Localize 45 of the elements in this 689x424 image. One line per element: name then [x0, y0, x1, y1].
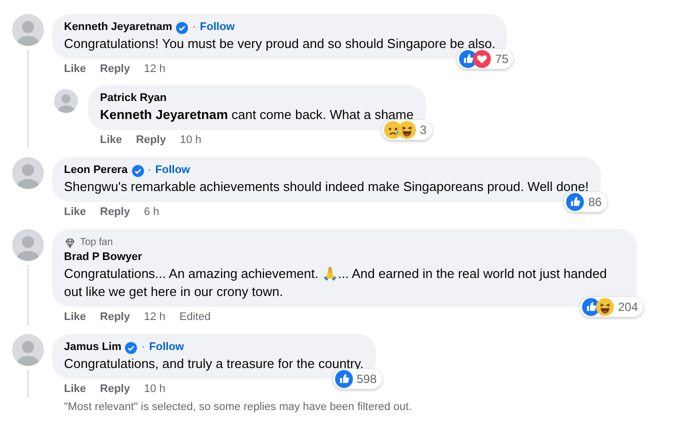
avatar[interactable] [12, 14, 44, 46]
comment-action-link[interactable]: Like [64, 309, 86, 325]
reaction-count[interactable]: 204 [580, 297, 643, 317]
separator-dot: · [192, 20, 196, 35]
comment-time[interactable]: 12 h [144, 309, 166, 325]
top-fan-label: Top fan [80, 236, 113, 250]
avatar[interactable] [54, 89, 78, 113]
comment-action-link[interactable]: Reply [100, 204, 130, 220]
comment-action-link[interactable]: Like [64, 61, 86, 77]
reaction-count[interactable]: 3 [382, 120, 432, 140]
commenter-name[interactable]: Patrick Ryan [100, 91, 167, 106]
avatar[interactable] [12, 229, 44, 261]
comment-action-link[interactable]: Like [64, 381, 86, 397]
avatar[interactable] [12, 334, 44, 366]
follow-link[interactable]: Follow [149, 340, 184, 355]
filter-note: "Most relevant" is selected, so some replies may have been filtered out. [63, 400, 413, 414]
commenter-name[interactable]: Leon Perera [64, 163, 128, 178]
comment-time[interactable]: 10 h [144, 381, 166, 397]
commenter-name[interactable]: Brad P Bowyer [64, 250, 142, 265]
separator-dot: · [148, 163, 152, 178]
comment-time[interactable]: 6 h [144, 204, 160, 220]
avatar[interactable] [12, 157, 44, 189]
commenter-name[interactable]: Jamus Lim [64, 340, 122, 355]
comment-time[interactable]: 10 h [180, 132, 202, 148]
edited-label: Edited [179, 310, 211, 325]
reaction-number: 204 [618, 299, 638, 316]
separator-dot: · [141, 340, 146, 355]
diamond-icon [64, 236, 76, 248]
comment-time[interactable]: 12 h [144, 61, 166, 77]
reaction-number: 75 [495, 51, 508, 68]
comment-action-link[interactable]: Reply [100, 61, 130, 77]
comment-action-link[interactable]: Reply [100, 381, 130, 397]
comment-action-link[interactable]: Like [64, 204, 86, 220]
reaction-number: 86 [588, 194, 602, 211]
follow-link[interactable]: Follow [200, 20, 235, 35]
reaction-count[interactable]: 598 [332, 369, 382, 389]
reaction-count[interactable]: 86 [564, 192, 607, 212]
comment-action-link[interactable]: Reply [100, 309, 130, 325]
reaction-count[interactable]: 75 [457, 49, 514, 69]
comment-action-link[interactable]: Like [100, 132, 122, 148]
follow-link[interactable]: Follow [155, 163, 190, 178]
reaction-number: 598 [356, 371, 377, 388]
comment-action-link[interactable]: Reply [136, 132, 166, 148]
reaction-number: 3 [420, 122, 427, 139]
commenter-name[interactable]: Kenneth Jeyaretnam [64, 20, 172, 35]
